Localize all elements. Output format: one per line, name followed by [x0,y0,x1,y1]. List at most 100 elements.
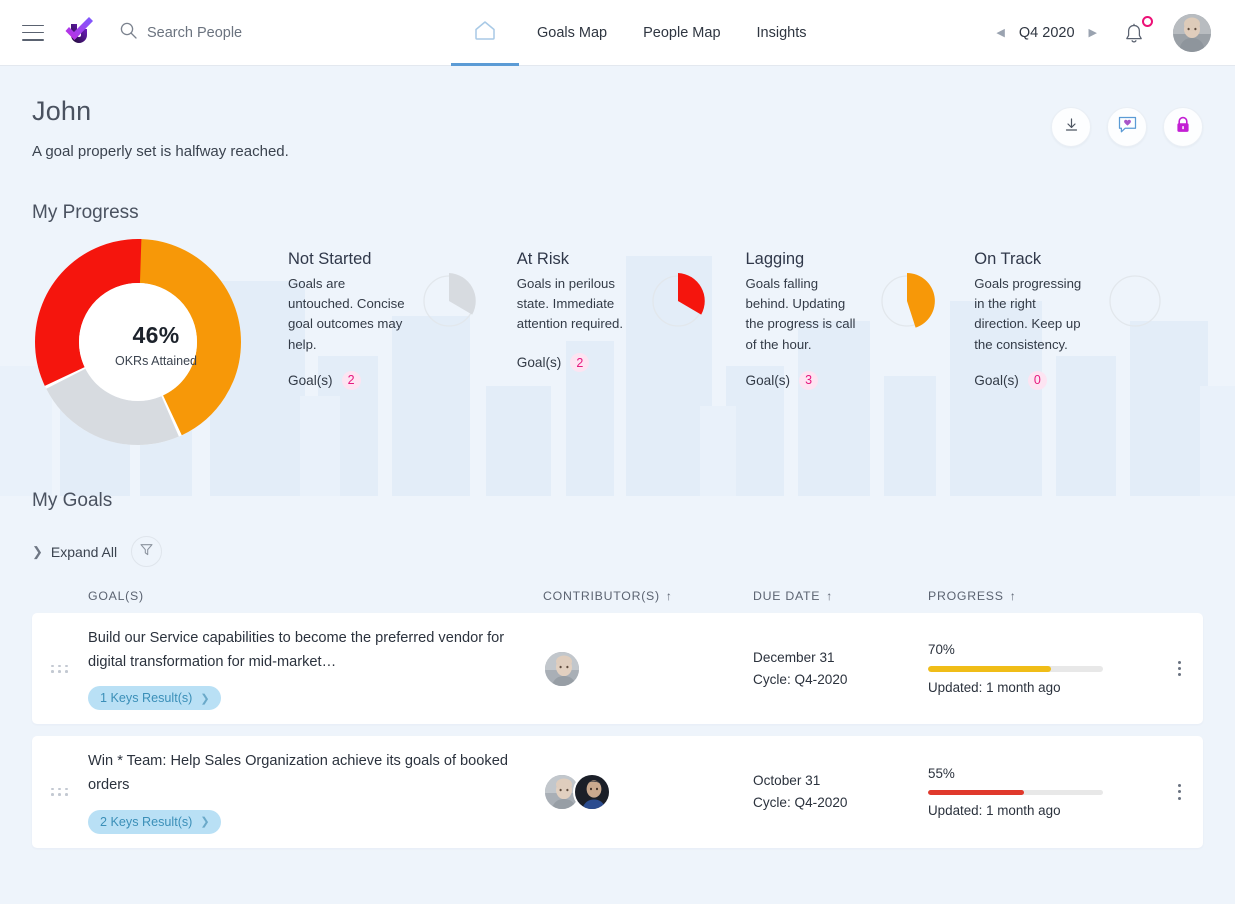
status-card-at-risk[interactable]: At Risk Goals in perilous state. Immedia… [517,250,746,390]
progress-percent: 70% [928,642,1158,657]
progress-updated: Updated: 1 month ago [928,803,1158,818]
hero-section: John A goal properly set is halfway reac… [32,66,1203,160]
download-icon [1063,116,1080,138]
page-subtitle: A goal properly set is halfway reached. [32,143,1051,160]
hamburger-menu-icon[interactable] [22,25,44,41]
nav-item-goals-map[interactable]: Goals Map [519,0,625,66]
chat-heart-icon [1117,115,1138,140]
nav-home-tab[interactable] [451,0,519,66]
goals-label: Goal(s) [974,373,1019,388]
donut-caption: OKRs Attained [32,354,280,368]
status-cards: Not Started Goals are untouched. Concise… [280,236,1203,390]
status-card-title: Lagging [746,250,864,269]
goal-title: Win * Team: Help Sales Organization achi… [88,750,543,797]
progress-percent: 55% [928,766,1158,781]
goals-count-badge: 3 [799,371,818,390]
goals-count-badge: 2 [342,371,361,390]
progress-cell: 55% Updated: 1 month ago [928,766,1158,819]
my-goals-section: My Goals ❯ Expand All GOAL(S) [32,490,1203,848]
avatar[interactable] [573,773,611,811]
goal-cell: Win * Team: Help Sales Organization achi… [88,750,543,833]
download-button[interactable] [1051,107,1091,147]
column-header-contributors[interactable]: CONTRIBUTOR(S) ↑ [543,589,753,603]
progress-bar-fill [928,790,1024,796]
status-card-description: Goals falling behind. Updating the progr… [746,274,864,355]
key-results-badge[interactable]: 1 Keys Result(s) ❯ [88,686,221,710]
feedback-button[interactable] [1107,107,1147,147]
goal-title: Build our Service capabilities to become… [88,627,543,674]
status-card-description: Goals are untouched. Concise goal outcom… [288,274,406,355]
drag-handle-icon[interactable] [32,788,88,796]
due-date: October 31 [753,770,928,792]
user-avatar[interactable] [1173,14,1211,52]
goals-count-badge: 0 [1028,371,1047,390]
notification-badge [1142,16,1153,27]
my-goals-title: My Goals [32,490,1203,512]
period-next-icon[interactable]: ▶ [1089,26,1097,39]
app-page: Goals Map People Map Insights ◀ Q4 2020 … [0,0,1235,904]
hero-actions [1051,96,1203,147]
period-prev-icon[interactable]: ◀ [996,26,1004,39]
app-logo-icon[interactable] [62,15,96,51]
my-progress-section: My Progress [32,202,1203,448]
status-card-description: Goals progressing in the right direction… [974,274,1092,355]
lock-icon [1174,115,1192,140]
privacy-button[interactable] [1163,107,1203,147]
table-row[interactable]: Build our Service capabilities to become… [32,613,1203,724]
main-content: John A goal properly set is halfway reac… [0,66,1235,848]
goals-table-header: GOAL(S) CONTRIBUTOR(S) ↑ DUE DATE ↑ PROG… [32,567,1203,613]
key-results-label: 1 Keys Result(s) [100,691,192,705]
status-card-on-track[interactable]: On Track Goals progressing in the right … [974,250,1203,390]
search-input[interactable] [147,25,377,41]
sort-arrow-icon: ↑ [1010,589,1017,603]
chevron-right-icon: ❯ [200,815,209,828]
status-card-description: Goals in perilous state. Immediate atten… [517,274,635,335]
status-pie-not-started [418,270,482,337]
goals-label: Goal(s) [746,373,791,388]
sort-arrow-icon: ↑ [666,589,673,603]
search-area [120,22,377,44]
page-title: John [32,96,1051,127]
status-card-not-started[interactable]: Not Started Goals are untouched. Concise… [288,250,517,390]
goals-count-badge: 2 [570,353,589,372]
top-navigation-bar: Goals Map People Map Insights ◀ Q4 2020 … [0,0,1235,66]
status-card-lagging[interactable]: Lagging Goals falling behind. Updating t… [746,250,975,390]
contributors-cell [543,773,753,811]
column-header-goals[interactable]: GOAL(S) [88,589,543,603]
progress-bar-fill [928,666,1051,672]
column-header-progress[interactable]: PROGRESS ↑ [928,589,1158,603]
search-icon [120,22,137,44]
progress-bar [928,790,1103,796]
avatar[interactable] [543,650,581,688]
period-label: Q4 2020 [1019,25,1075,41]
drag-handle-icon[interactable] [32,665,88,673]
goals-label: Goal(s) [517,355,562,370]
notification-bell-icon[interactable] [1123,18,1149,48]
sort-arrow-icon: ↑ [826,589,833,603]
status-pie-lagging [876,270,940,337]
nav-item-people-map[interactable]: People Map [625,0,738,66]
home-icon [473,19,497,46]
key-results-badge[interactable]: 2 Keys Result(s) ❯ [88,810,221,834]
progress-updated: Updated: 1 month ago [928,680,1158,695]
goal-cell: Build our Service capabilities to become… [88,627,543,710]
progress-cell: 70% Updated: 1 month ago [928,642,1158,695]
row-menu-button[interactable] [1178,661,1203,677]
due-date-cell: October 31 Cycle: Q4-2020 [753,770,928,814]
status-pie-at-risk [647,270,711,337]
progress-bar [928,666,1103,672]
due-date-cell: December 31 Cycle: Q4-2020 [753,647,928,691]
chevron-right-icon: ❯ [32,544,43,560]
goals-label: Goal(s) [288,373,333,388]
nav-item-insights[interactable]: Insights [739,0,825,66]
main-nav: Goals Map People Map Insights [451,0,825,66]
status-card-title: On Track [974,250,1092,269]
table-row[interactable]: Win * Team: Help Sales Organization achi… [32,736,1203,847]
filter-button[interactable] [131,536,162,567]
goals-toolbar: ❯ Expand All [32,536,1203,567]
due-date: December 31 [753,647,928,669]
row-menu-button[interactable] [1178,784,1203,800]
okr-donut-chart: 46% OKRs Attained [32,236,280,448]
expand-all-button[interactable]: ❯ Expand All [32,544,117,560]
column-header-due-date[interactable]: DUE DATE ↑ [753,589,928,603]
